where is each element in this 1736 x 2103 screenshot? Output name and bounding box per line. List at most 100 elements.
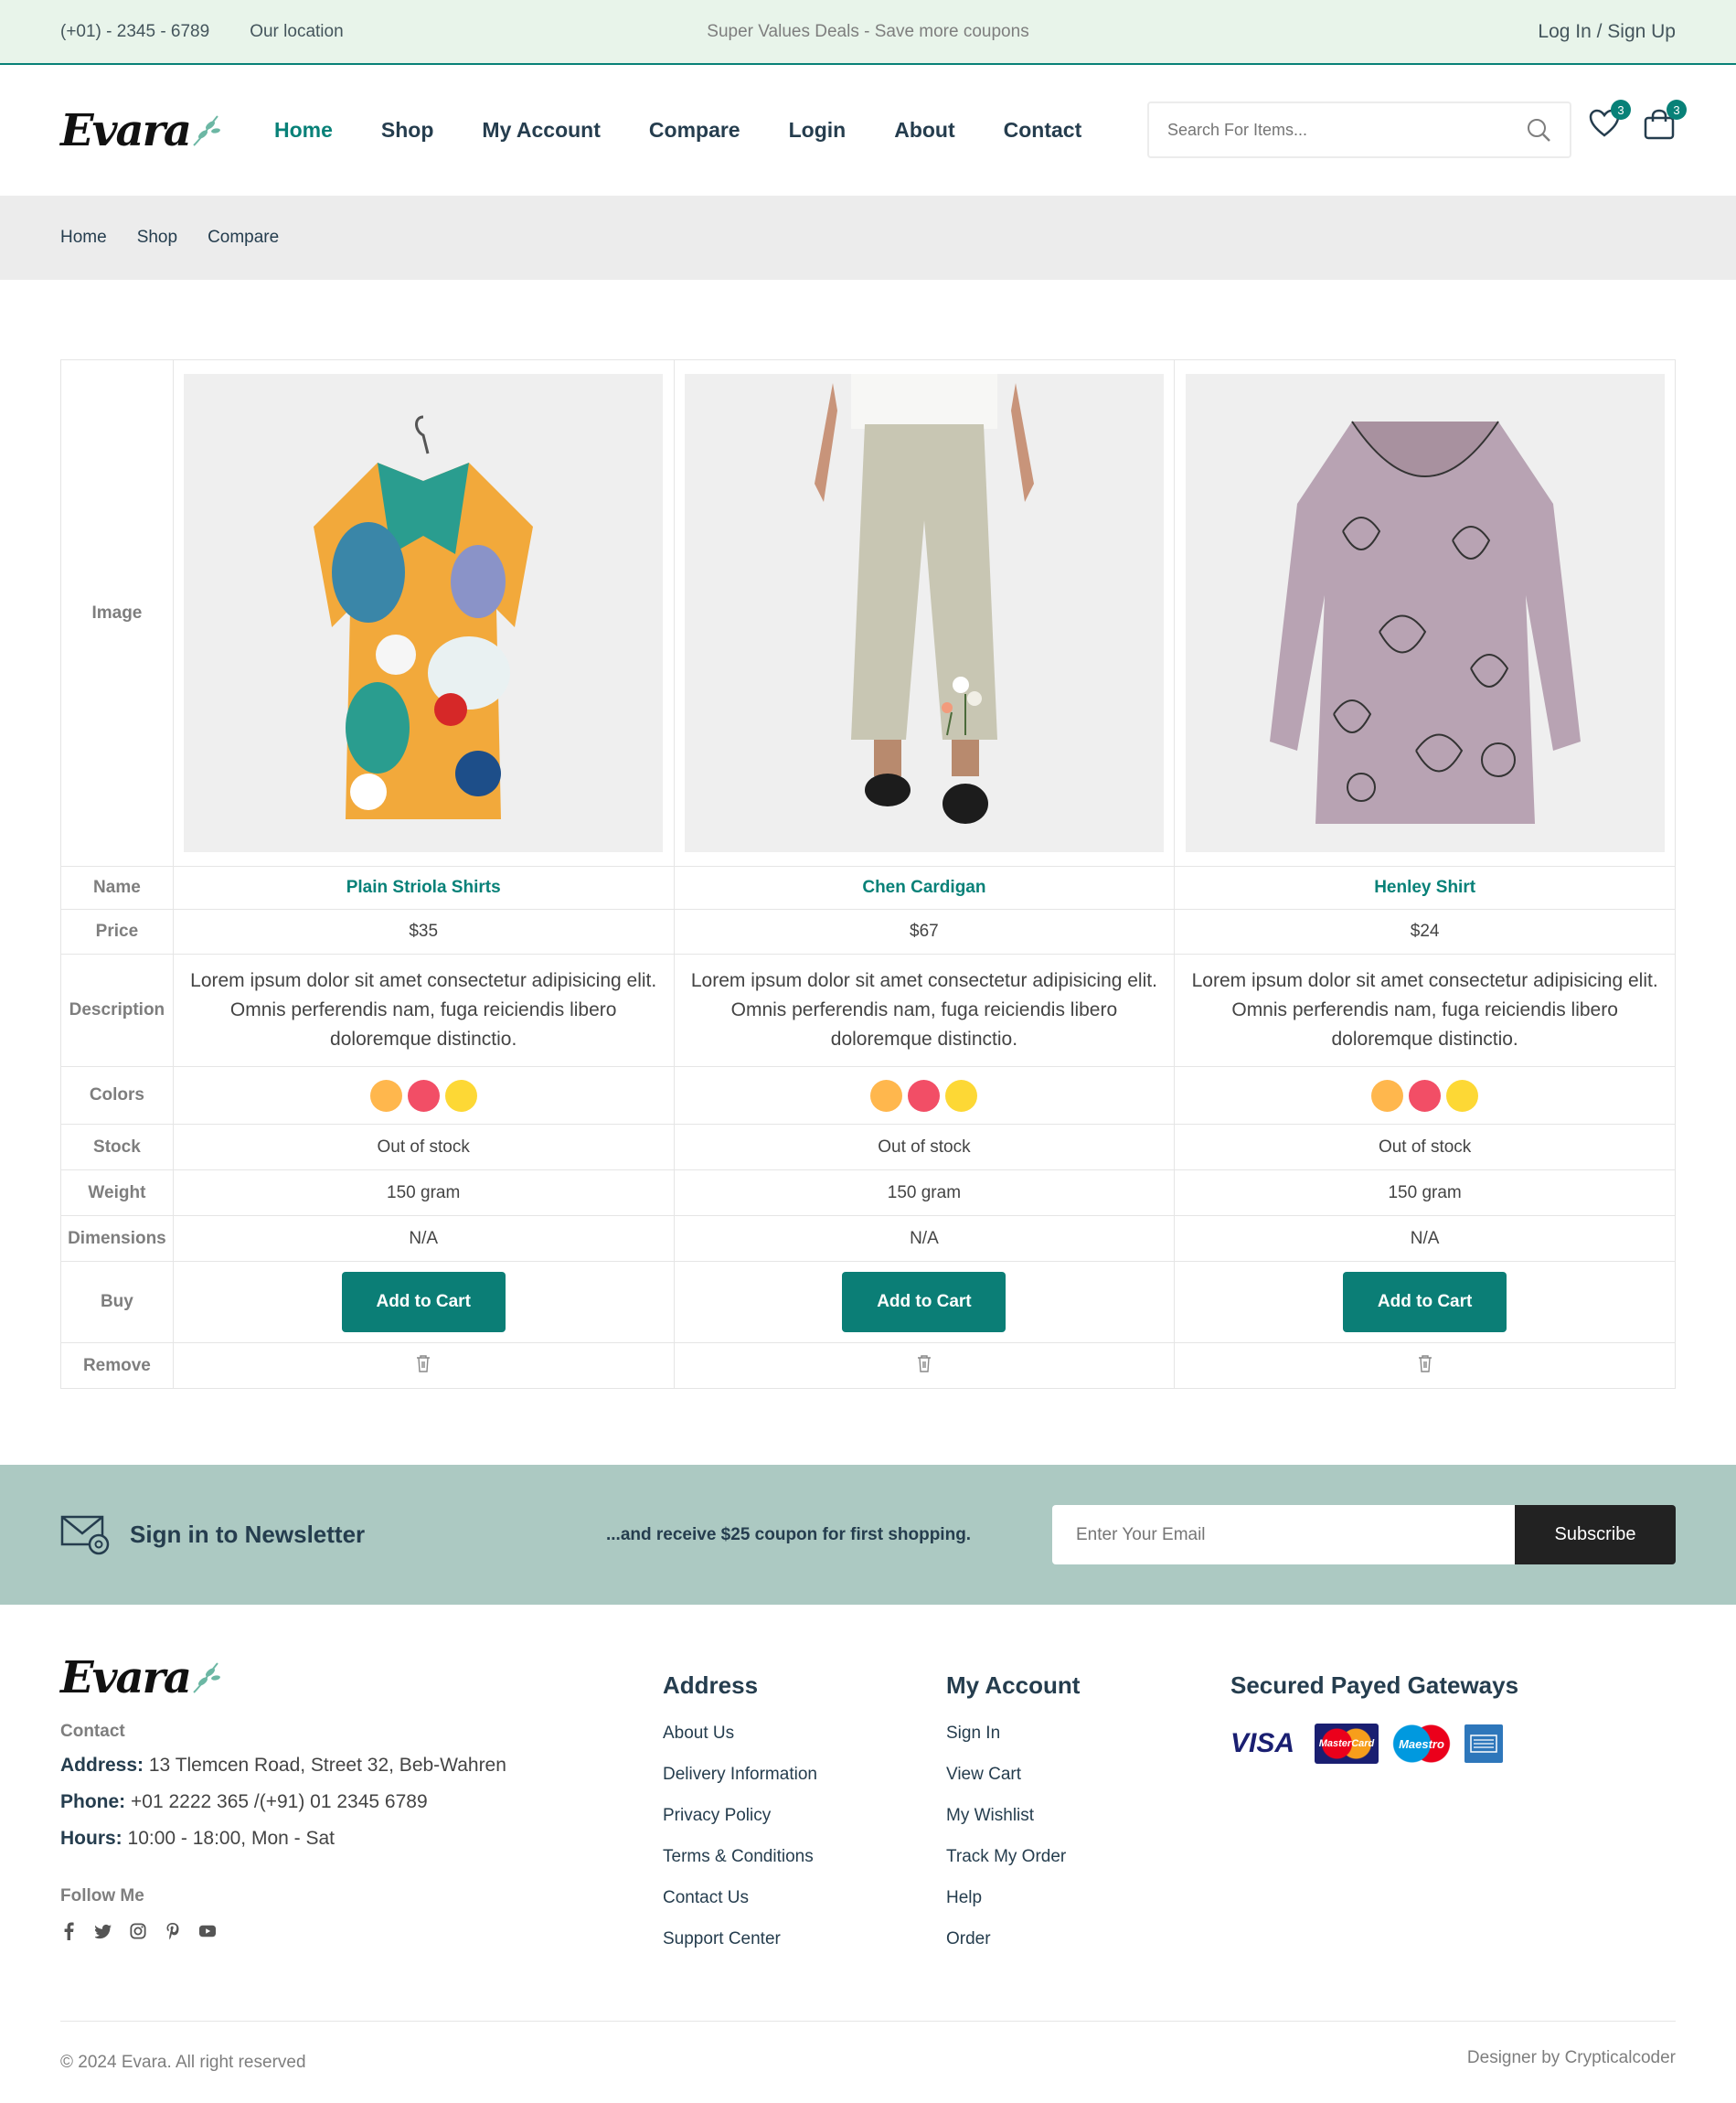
product-price: $24: [1174, 909, 1676, 955]
newsletter-section: Sign in to Newsletter ...and receive $25…: [0, 1465, 1736, 1605]
footer: Evara Contact Address: 13 Tlemcen Road, …: [0, 1605, 1736, 2103]
color-swatch-red[interactable]: [1409, 1079, 1442, 1112]
product-dimensions: N/A: [1174, 1215, 1676, 1262]
floral-shirt-image[interactable]: [184, 374, 664, 852]
mastercard-logo: MasterCard: [1315, 1724, 1379, 1764]
footer-address-column: Address About Us Delivery Information Pr…: [663, 1671, 817, 1970]
designer-credit: Designer by Crypticalcoder: [1466, 2048, 1676, 2067]
nav-shop[interactable]: Shop: [381, 118, 434, 143]
newsletter-subtitle: ...and receive $25 coupon for first shop…: [606, 1524, 972, 1544]
add-to-cart-button[interactable]: Add to Cart: [1343, 1272, 1507, 1332]
footer-link-support-center[interactable]: Support Center: [663, 1929, 817, 1970]
color-swatches: [174, 1079, 674, 1112]
product-weight: 150 gram: [1174, 1169, 1676, 1216]
footer-link-order[interactable]: Order: [946, 1929, 1080, 1970]
footer-link-delivery-information[interactable]: Delivery Information: [663, 1765, 817, 1806]
color-swatch-yellow[interactable]: [444, 1079, 477, 1112]
color-swatch-orange[interactable]: [870, 1079, 903, 1112]
breadcrumb-shop[interactable]: Shop: [137, 228, 177, 248]
leaf-icon: [193, 114, 220, 146]
row-label-buy: Buy: [60, 1261, 174, 1343]
color-swatch-yellow[interactable]: [945, 1079, 978, 1112]
footer-link-sign-in[interactable]: Sign In: [946, 1724, 1080, 1765]
newsletter-title: Sign in to Newsletter: [130, 1521, 366, 1548]
maestro-logo: Maestro: [1390, 1724, 1454, 1764]
footer-link-contact-us[interactable]: Contact Us: [663, 1888, 817, 1929]
weight-row: Weight 150 gram 150 gram 150 gram: [60, 1169, 1676, 1216]
footer-logo[interactable]: Evara: [60, 1652, 278, 1703]
instagram-icon[interactable]: [130, 1923, 146, 1939]
linen-pants-image[interactable]: [684, 374, 1164, 852]
footer-contact-column: Evara Contact Address: 13 Tlemcen Road, …: [60, 1652, 506, 1940]
pinterest-icon[interactable]: [165, 1923, 181, 1940]
product-image-cell: [1174, 359, 1676, 867]
facebook-icon[interactable]: [60, 1922, 77, 1940]
color-swatch-red[interactable]: [407, 1079, 440, 1112]
name-row: Name Plain Striola Shirts Chen Cardigan …: [60, 866, 1676, 910]
row-label-remove: Remove: [60, 1342, 174, 1389]
phone-label: Phone:: [60, 1791, 126, 1812]
footer-my-account-column: My Account Sign In View Cart My Wishlist…: [946, 1671, 1080, 1970]
site-logo[interactable]: Evara: [60, 105, 278, 156]
phone-text: +01 2222 365 /(+91) 01 2345 6789: [131, 1791, 428, 1812]
footer-link-help[interactable]: Help: [946, 1888, 1080, 1929]
search-input[interactable]: [1167, 120, 1526, 140]
copyright-text: © 2024 Evara. All right reserved: [60, 2053, 306, 2072]
main-header: Evara Home Shop My Account Compare Login…: [0, 65, 1736, 196]
subscribe-button[interactable]: Subscribe: [1515, 1505, 1676, 1564]
color-swatch-yellow[interactable]: [1446, 1079, 1479, 1112]
twitter-icon[interactable]: [95, 1923, 112, 1939]
breadcrumb-home[interactable]: Home: [60, 228, 107, 248]
breadcrumb: Home Shop Compare: [0, 196, 1736, 280]
price-row: Price $35 $67 $24: [60, 909, 1676, 955]
address-column-title: Address: [663, 1671, 759, 1699]
stock-status: Out of stock: [172, 1124, 675, 1170]
add-to-cart-button[interactable]: Add to Cart: [842, 1272, 1006, 1332]
search-icon[interactable]: [1526, 117, 1551, 143]
nav-home[interactable]: Home: [274, 118, 333, 143]
email-input[interactable]: [1052, 1505, 1515, 1564]
trash-icon[interactable]: [917, 1354, 932, 1372]
color-swatch-orange[interactable]: [1371, 1079, 1404, 1112]
image-row: Image: [60, 359, 1676, 867]
footer-link-terms-conditions[interactable]: Terms & Conditions: [663, 1847, 817, 1888]
nav-my-account[interactable]: My Account: [482, 118, 601, 143]
nav-login[interactable]: Login: [789, 118, 847, 143]
login-signup-link[interactable]: Log In / Sign Up: [1538, 21, 1676, 43]
cat-print-blouse-image[interactable]: [1185, 374, 1665, 852]
add-to-cart-button[interactable]: Add to Cart: [341, 1272, 506, 1332]
social-links: [60, 1922, 506, 1940]
product-name-link[interactable]: Henley Shirt: [1374, 878, 1475, 897]
youtube-icon[interactable]: [199, 1923, 216, 1939]
product-name-link[interactable]: Chen Cardigan: [862, 878, 985, 897]
wishlist-count-badge: 3: [1611, 100, 1631, 120]
color-swatches: [675, 1079, 1175, 1112]
nav-about[interactable]: About: [894, 118, 954, 143]
product-description: Lorem ipsum dolor sit amet consectetur a…: [690, 970, 1157, 1050]
nav-contact[interactable]: Contact: [1004, 118, 1082, 143]
cart-button[interactable]: 3: [1643, 100, 1687, 144]
footer-logo-text: Evara: [60, 1652, 192, 1703]
location-link[interactable]: Our location: [250, 22, 343, 42]
color-swatch-red[interactable]: [908, 1079, 941, 1112]
breadcrumb-compare: Compare: [208, 228, 280, 247]
footer-link-privacy-policy[interactable]: Privacy Policy: [663, 1806, 817, 1847]
trash-icon[interactable]: [416, 1354, 431, 1372]
nav-compare[interactable]: Compare: [649, 118, 740, 143]
footer-link-view-cart[interactable]: View Cart: [946, 1765, 1080, 1806]
footer-divider: [60, 2021, 1676, 2022]
product-name-link[interactable]: Plain Striola Shirts: [346, 878, 501, 897]
footer-link-about-us[interactable]: About Us: [663, 1724, 817, 1765]
description-row: Description Lorem ipsum dolor sit amet c…: [60, 954, 1676, 1067]
hours-line: Hours: 10:00 - 18:00, Mon - Sat: [60, 1828, 506, 1850]
footer-link-my-wishlist[interactable]: My Wishlist: [946, 1806, 1080, 1847]
wishlist-button[interactable]: 3: [1589, 100, 1631, 143]
row-label-description: Description: [60, 954, 174, 1067]
search-box: [1147, 101, 1571, 158]
address-label: Address:: [60, 1755, 144, 1776]
color-swatches: [1175, 1079, 1675, 1112]
footer-link-track-my-order[interactable]: Track My Order: [946, 1847, 1080, 1888]
trash-icon[interactable]: [1418, 1354, 1432, 1372]
color-swatch-orange[interactable]: [369, 1079, 402, 1112]
footer-payments-column: Secured Payed Gateways VISA MasterCard M…: [1230, 1671, 1518, 1764]
